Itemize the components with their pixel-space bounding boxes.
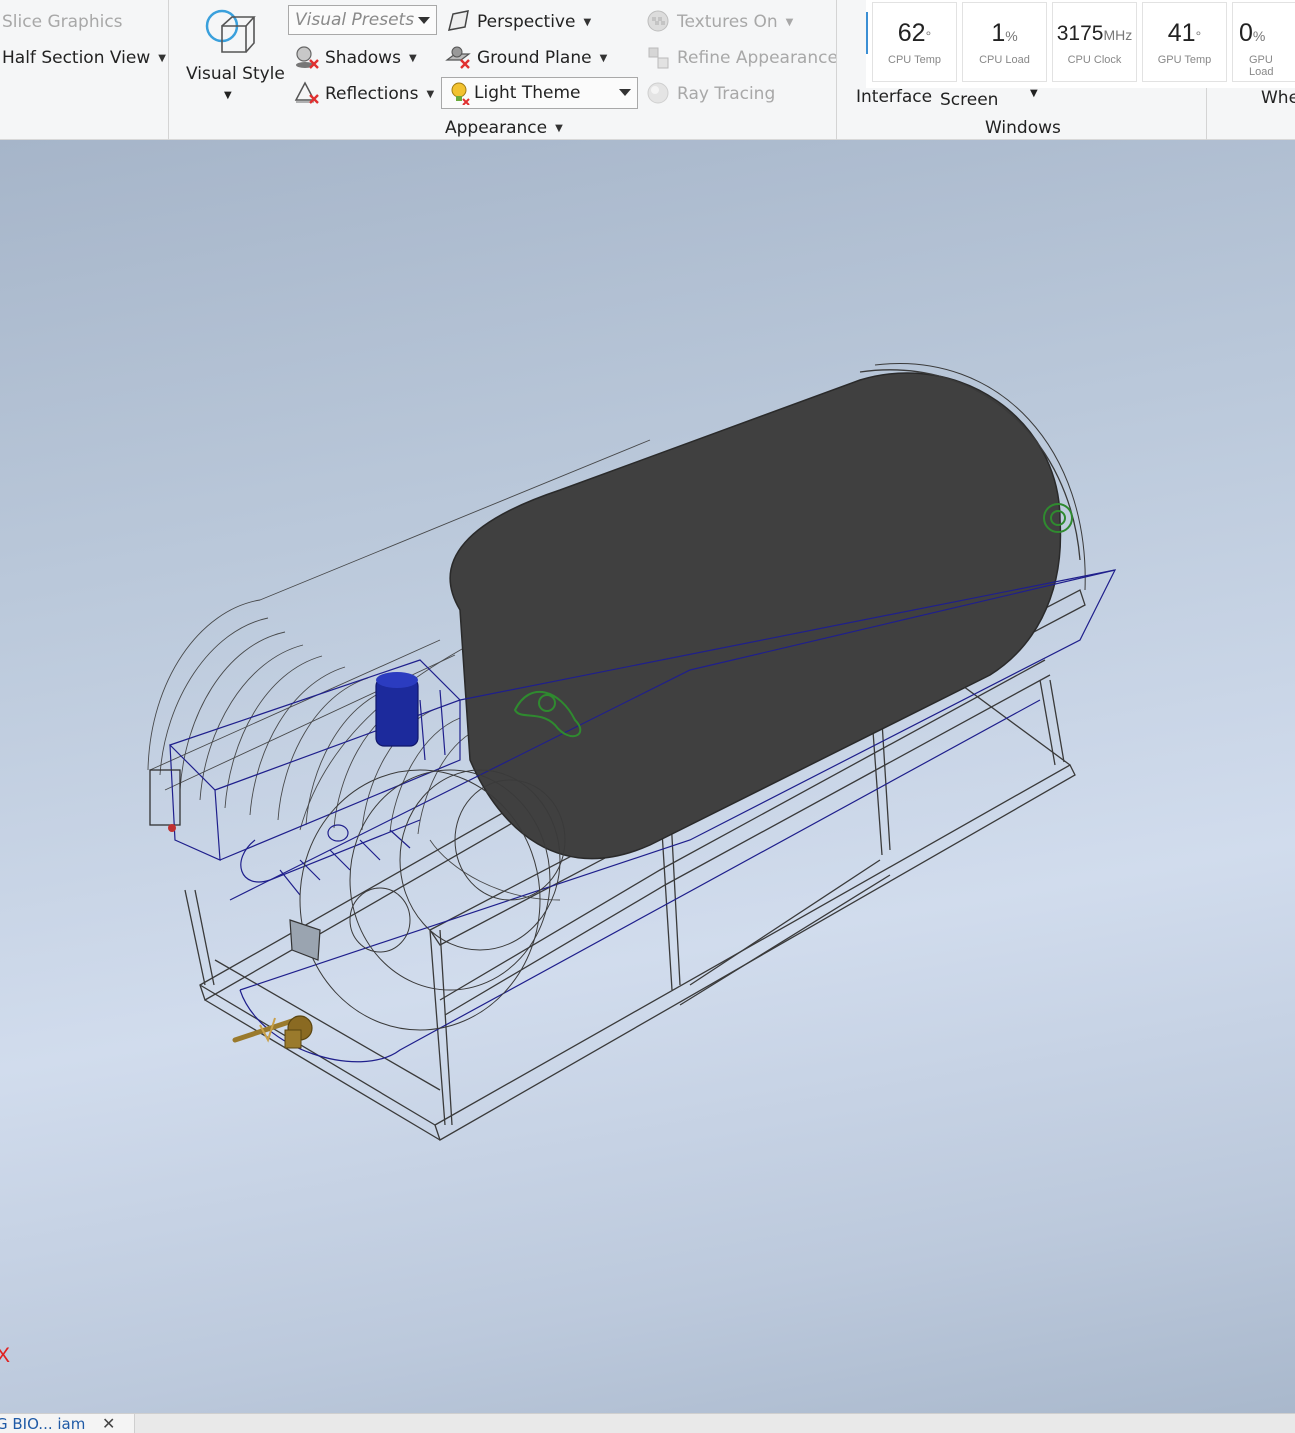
textures-on-dropdown[interactable]: Textures On ▼	[677, 12, 793, 33]
cpu-clock-tile: 3175MHz CPU Clock	[1052, 2, 1137, 82]
visual-style-label: Visual Style	[186, 64, 285, 84]
gpu-temp-unit: °	[1195, 28, 1202, 44]
shadows-icon	[296, 46, 319, 69]
ribbon-separator	[168, 0, 169, 140]
shadows-label: Shadows	[325, 48, 401, 68]
chevron-down-icon	[619, 89, 631, 96]
chevron-down-icon: ▼	[408, 53, 417, 64]
chevron-down-icon: ▼	[224, 90, 232, 101]
chevron-down-icon[interactable]: ▼	[1030, 84, 1038, 104]
cpu-load-unit: %	[1005, 28, 1018, 44]
gpu-load-tile: 0% GPU Load	[1232, 2, 1295, 82]
half-section-view-label: Half Section View	[2, 48, 151, 68]
chevron-down-icon: ▼	[426, 89, 435, 100]
refine-appearance-icon	[648, 47, 669, 69]
monitor-focus-bar	[866, 12, 868, 54]
gpu-temp-value: 41	[1167, 19, 1196, 47]
gpu-load-value: 0	[1239, 19, 1253, 47]
ground-plane-dropdown[interactable]: Ground Plane ▼	[477, 48, 607, 69]
reflections-label: Reflections	[325, 84, 419, 104]
half-section-view-dropdown[interactable]: Half Section View ▼	[2, 48, 166, 69]
perspective-icon	[447, 10, 469, 31]
visual-style-icon	[205, 9, 256, 53]
main-tank	[449, 363, 1086, 860]
assembly-model: X	[0, 363, 1117, 1367]
navigation-wheel-button[interactable]: Whe	[1261, 88, 1295, 108]
chevron-down-icon: ▼	[583, 17, 592, 28]
appearance-panel-title: Appearance	[445, 118, 548, 138]
ray-tracing-icon	[647, 82, 669, 104]
chevron-down-icon: ▼	[785, 17, 794, 28]
document-tab-strip: G BIO... iam ✕	[0, 1413, 1295, 1433]
ground-plane-label: Ground Plane	[477, 48, 592, 68]
light-theme-value: Light Theme	[474, 83, 581, 103]
cpu-temp-caption: CPU Temp	[888, 54, 941, 66]
close-icon[interactable]: ✕	[102, 1414, 115, 1433]
windows-panel-label: Windows	[985, 118, 1061, 138]
appearance-panel-label[interactable]: Appearance ▼	[445, 118, 563, 138]
chevron-down-icon: ▼	[555, 123, 563, 134]
cpu-load-value: 1	[991, 19, 1006, 47]
document-tab[interactable]: G BIO... iam ✕	[0, 1414, 135, 1433]
textures-on-label: Textures On	[677, 12, 778, 32]
cpu-temp-tile: 62° CPU Temp	[872, 2, 957, 82]
chevron-down-icon: ▼	[158, 53, 166, 64]
user-interface-button[interactable]: Interface	[856, 87, 932, 107]
light-bulb-icon	[451, 82, 470, 105]
cpu-temp-value: 62	[897, 19, 926, 47]
slice-graphics-button[interactable]: Slice Graphics	[2, 12, 123, 32]
ribbon: Slice Graphics Half Section View ▼ Visual…	[0, 0, 1295, 140]
ribbon-separator	[836, 0, 837, 140]
end-fittings	[149, 769, 321, 961]
gpu-load-caption: GPU Load	[1249, 54, 1274, 78]
gpu-load-unit: %	[1252, 28, 1266, 44]
ribbon-separator	[1206, 88, 1207, 140]
full-screen-button[interactable]: Screen	[940, 90, 998, 110]
light-theme-combo[interactable]: Light Theme	[441, 77, 638, 109]
perspective-label: Perspective	[477, 12, 576, 32]
chevron-down-icon	[418, 17, 430, 24]
visual-style-button[interactable]: Visual Style ▼	[180, 4, 285, 104]
gpu-temp-caption: GPU Temp	[1157, 54, 1212, 66]
perspective-dropdown[interactable]: Perspective ▼	[477, 12, 591, 33]
cpu-clock-value: 3175	[1056, 22, 1104, 45]
reflections-dropdown[interactable]: Reflections ▼	[325, 84, 434, 105]
cpu-load-caption: CPU Load	[979, 54, 1030, 66]
cpu-clock-unit: MHz	[1103, 27, 1133, 43]
gpu-temp-tile: 41° GPU Temp	[1142, 2, 1227, 82]
cpu-temp-unit: °	[925, 28, 932, 44]
document-tab-label: G BIO... iam	[0, 1415, 86, 1433]
visual-presets-combo[interactable]: Visual Presets	[288, 5, 437, 35]
ray-tracing-button[interactable]: Ray Tracing	[677, 84, 775, 104]
textures-icon	[647, 10, 669, 32]
refine-appearance-button[interactable]: Refine Appearance	[677, 48, 838, 68]
visual-presets-value: Visual Presets	[295, 10, 415, 30]
ground-plane-icon	[445, 46, 471, 69]
reflections-icon	[294, 81, 319, 104]
motor-component	[375, 672, 419, 747]
brass-valve	[232, 1015, 313, 1049]
cpu-clock-caption: CPU Clock	[1067, 54, 1122, 66]
graphics-viewport[interactable]: X	[0, 140, 1295, 1413]
x-axis-label: X	[0, 1344, 10, 1367]
shadows-dropdown[interactable]: Shadows ▼	[325, 48, 417, 69]
chevron-down-icon: ▼	[599, 53, 608, 64]
cpu-load-tile: 1% CPU Load	[962, 2, 1047, 82]
